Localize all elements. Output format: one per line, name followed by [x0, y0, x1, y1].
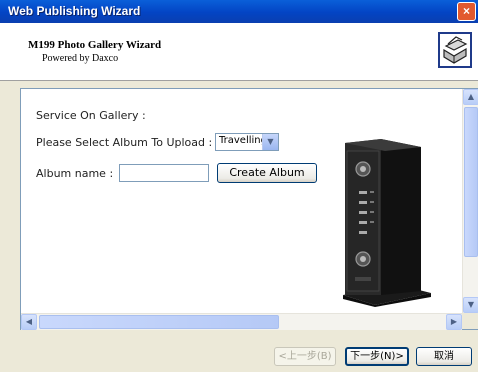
content-pane: Service On Gallery : Please Select Album… — [20, 88, 478, 330]
printer-icon — [438, 32, 472, 68]
content-area: Service On Gallery : Please Select Album… — [21, 89, 462, 313]
media-player-device-image — [343, 139, 431, 307]
horizontal-scroll-thumb[interactable] — [39, 315, 279, 329]
album-select[interactable]: Travelling ▼ — [215, 133, 279, 151]
scroll-down-button[interactable]: ▼ — [463, 297, 478, 313]
wizard-header: M199 Photo Gallery Wizard Powered by Dax… — [0, 23, 478, 81]
back-button[interactable]: <上一步(B) — [274, 347, 336, 366]
horizontal-scrollbar[interactable]: ◀ ▶ — [21, 313, 462, 330]
album-select-value: Travelling — [219, 135, 267, 146]
create-album-button[interactable]: Create Album — [217, 163, 317, 183]
service-label: Service On Gallery : — [36, 109, 146, 122]
scroll-up-button[interactable]: ▲ — [463, 89, 478, 105]
window-title: Web Publishing Wizard — [8, 4, 141, 18]
album-name-label: Album name : — [36, 167, 114, 180]
vertical-scroll-thumb[interactable] — [464, 107, 478, 257]
title-bar[interactable]: Web Publishing Wizard × — [0, 0, 478, 23]
scroll-left-button[interactable]: ◀ — [21, 314, 37, 330]
cancel-button[interactable]: 取消 — [416, 347, 472, 366]
close-icon: × — [462, 4, 470, 18]
scroll-right-button[interactable]: ▶ — [446, 314, 462, 330]
scrollbar-corner — [462, 313, 478, 329]
vertical-scrollbar[interactable]: ▲ ▼ — [462, 89, 478, 313]
album-select-label: Please Select Album To Upload : — [36, 136, 213, 149]
wizard-title: M199 Photo Gallery Wizard — [28, 39, 162, 51]
wizard-subtitle: Powered by Daxco — [42, 53, 119, 64]
next-button[interactable]: 下一步(N)> — [345, 347, 409, 366]
close-button[interactable]: × — [457, 2, 476, 21]
album-name-input[interactable] — [119, 164, 209, 182]
chevron-down-icon[interactable]: ▼ — [262, 134, 278, 150]
